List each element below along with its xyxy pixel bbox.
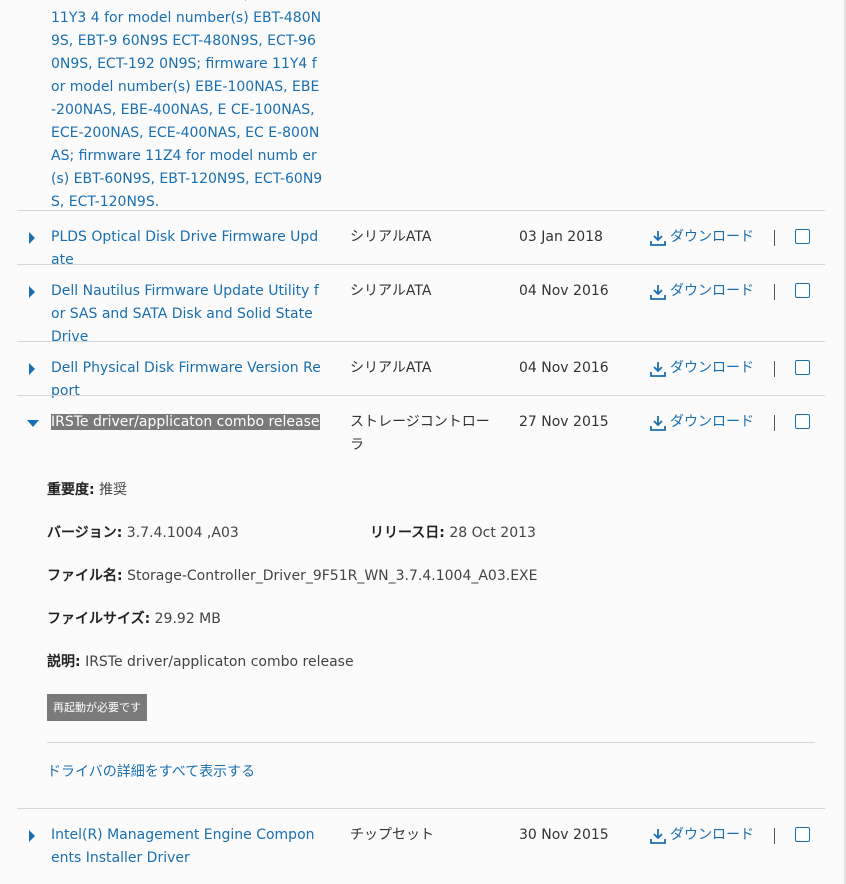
download-label: ダウンロード: [670, 414, 754, 430]
view-all-details-link[interactable]: ドライバの詳細をすべて表示する: [47, 762, 255, 782]
separator: [774, 284, 775, 300]
select-checkbox[interactable]: [795, 283, 810, 298]
select-checkbox[interactable]: [795, 360, 810, 375]
download-button[interactable]: ダウンロード: [650, 357, 754, 380]
importance-field: 重要度: 推奨: [47, 480, 127, 500]
driver-name-link[interactable]: Dell Physical Disk Firmware Version Repo…: [51, 357, 323, 403]
description-label: 説明:: [47, 654, 81, 670]
filesize-field: ファイルサイズ: 29.92 MB: [47, 609, 221, 629]
driver-date: 04 Nov 2016: [519, 283, 609, 299]
driver-category: シリアルATA: [350, 360, 432, 376]
separator: [774, 230, 775, 246]
filename-label: ファイル名:: [47, 568, 123, 584]
importance-value: 推奨: [99, 482, 128, 498]
separator: [774, 361, 775, 377]
driver-category: ストレージコントローラ: [350, 414, 490, 453]
filename-value: Storage-Controller_Driver_9F51R_WN_3.7.4…: [127, 568, 538, 584]
driver-name-link[interactable]: PLDS Optical Disk Drive Firmware Update: [51, 226, 323, 272]
filename-field: ファイル名: Storage-Controller_Driver_9F51R_W…: [47, 566, 537, 586]
download-label: ダウンロード: [670, 283, 754, 299]
driver-category: シリアルATA: [350, 229, 432, 245]
download-label: ダウンロード: [670, 827, 754, 843]
download-button[interactable]: ダウンロード: [650, 226, 754, 249]
selected-name-text: IRSTe driver/applicaton combo release: [51, 414, 320, 430]
row-divider: [17, 341, 825, 342]
download-label: ダウンロード: [670, 360, 754, 376]
download-icon: [650, 415, 666, 431]
driver-name-link[interactable]: Dell Nautilus Firmware Update Utility fo…: [51, 280, 323, 349]
driver-date: 04 Nov 2016: [519, 360, 609, 376]
driver-date: 03 Jan 2018: [519, 229, 603, 245]
select-checkbox[interactable]: [795, 229, 810, 244]
expand-caret-icon[interactable]: [29, 286, 35, 298]
row-divider: [17, 264, 825, 265]
download-button[interactable]: ダウンロード: [650, 411, 754, 434]
filesize-value: 29.92 MB: [154, 611, 221, 627]
driver-name-link[interactable]: IRSTe driver/applicaton combo release: [51, 411, 323, 434]
driver-date: 30 Nov 2015: [519, 827, 609, 843]
download-button[interactable]: ダウンロード: [650, 824, 754, 847]
previous-driver-description: E-120NAS and ECE-120NAS; firmware 11Y3 4…: [51, 0, 323, 210]
reboot-required-badge: 再起動が必要です: [47, 694, 147, 721]
row-divider: [17, 808, 825, 809]
description-value: IRSTe driver/applicaton combo release: [85, 654, 354, 670]
download-icon: [650, 230, 666, 246]
release-date-label: リリース日:: [370, 525, 445, 541]
driver-category: チップセット: [350, 827, 434, 843]
version-field: バージョン: 3.7.4.1004 ,A03: [47, 523, 239, 543]
driver-date: 27 Nov 2015: [519, 414, 609, 430]
description-field: 説明: IRSTe driver/applicaton combo releas…: [47, 652, 354, 672]
importance-label: 重要度:: [47, 482, 95, 498]
download-icon: [650, 284, 666, 300]
row-divider: [17, 210, 825, 211]
separator: [774, 828, 775, 844]
download-icon: [650, 361, 666, 377]
version-label: バージョン:: [47, 525, 123, 541]
collapse-caret-icon[interactable]: [27, 420, 39, 427]
select-checkbox[interactable]: [795, 827, 810, 842]
row-divider: [17, 395, 825, 396]
release-date-field: リリース日: 28 Oct 2013: [370, 523, 536, 543]
expand-caret-icon[interactable]: [29, 232, 35, 244]
driver-category: シリアルATA: [350, 283, 432, 299]
driver-name-link[interactable]: Intel(R) Management Engine Components In…: [51, 824, 323, 870]
details-divider: [47, 742, 815, 743]
separator: [774, 415, 775, 431]
expand-caret-icon[interactable]: [29, 830, 35, 842]
filesize-label: ファイルサイズ:: [47, 611, 151, 627]
download-label: ダウンロード: [670, 229, 754, 245]
select-checkbox[interactable]: [795, 414, 810, 429]
release-date-value: 28 Oct 2013: [449, 525, 536, 541]
expand-caret-icon[interactable]: [29, 363, 35, 375]
download-icon: [650, 828, 666, 844]
version-value: 3.7.4.1004 ,A03: [126, 525, 239, 541]
download-button[interactable]: ダウンロード: [650, 280, 754, 303]
